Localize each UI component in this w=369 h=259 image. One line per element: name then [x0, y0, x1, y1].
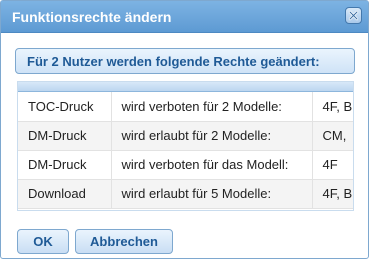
rights-table: TOC-Druck wird verboten für 2 Modelle: 4… — [17, 81, 354, 211]
ok-button[interactable]: OK — [17, 229, 69, 254]
cell-right: TOC-Druck — [18, 92, 112, 122]
table-row[interactable]: DM-Druck wird verboten für das Modell: 4… — [18, 150, 353, 180]
cell-models: 4F, B — [312, 179, 353, 209]
cell-action: wird erlaubt für 2 Modelle: — [111, 121, 313, 151]
cell-models: CM, — [312, 121, 353, 151]
dialog: Funktionsrechte ändern Für 2 Nutzer werd… — [0, 0, 369, 259]
cell-right: Download — [18, 179, 112, 209]
info-banner: Für 2 Nutzer werden folgende Rechte geän… — [15, 48, 355, 74]
cell-right: DM-Druck — [18, 121, 112, 151]
table-row[interactable]: Download wird erlaubt für 5 Modelle: 4F,… — [18, 179, 353, 209]
close-button[interactable] — [345, 7, 362, 24]
cell-models: 4F — [312, 150, 353, 180]
close-icon — [348, 10, 359, 21]
banner-text: Für 2 Nutzer werden folgende Rechte geän… — [27, 54, 320, 69]
cell-action: wird verboten für das Modell: — [111, 150, 313, 180]
dialog-titlebar[interactable]: Funktionsrechte ändern — [1, 1, 368, 33]
cancel-button[interactable]: Abbrechen — [75, 229, 173, 254]
cell-action: wird erlaubt für 5 Modelle: — [111, 179, 313, 209]
cell-right: DM-Druck — [18, 150, 112, 180]
table-row[interactable]: TOC-Druck wird verboten für 2 Modelle: 4… — [18, 92, 353, 122]
dialog-title: Funktionsrechte ändern — [12, 9, 172, 25]
table-row[interactable]: DM-Druck wird erlaubt für 2 Modelle: CM, — [18, 121, 353, 151]
cell-models: 4F, B — [312, 92, 353, 122]
table-header — [18, 82, 353, 92]
cell-action: wird verboten für 2 Modelle: — [111, 92, 313, 122]
